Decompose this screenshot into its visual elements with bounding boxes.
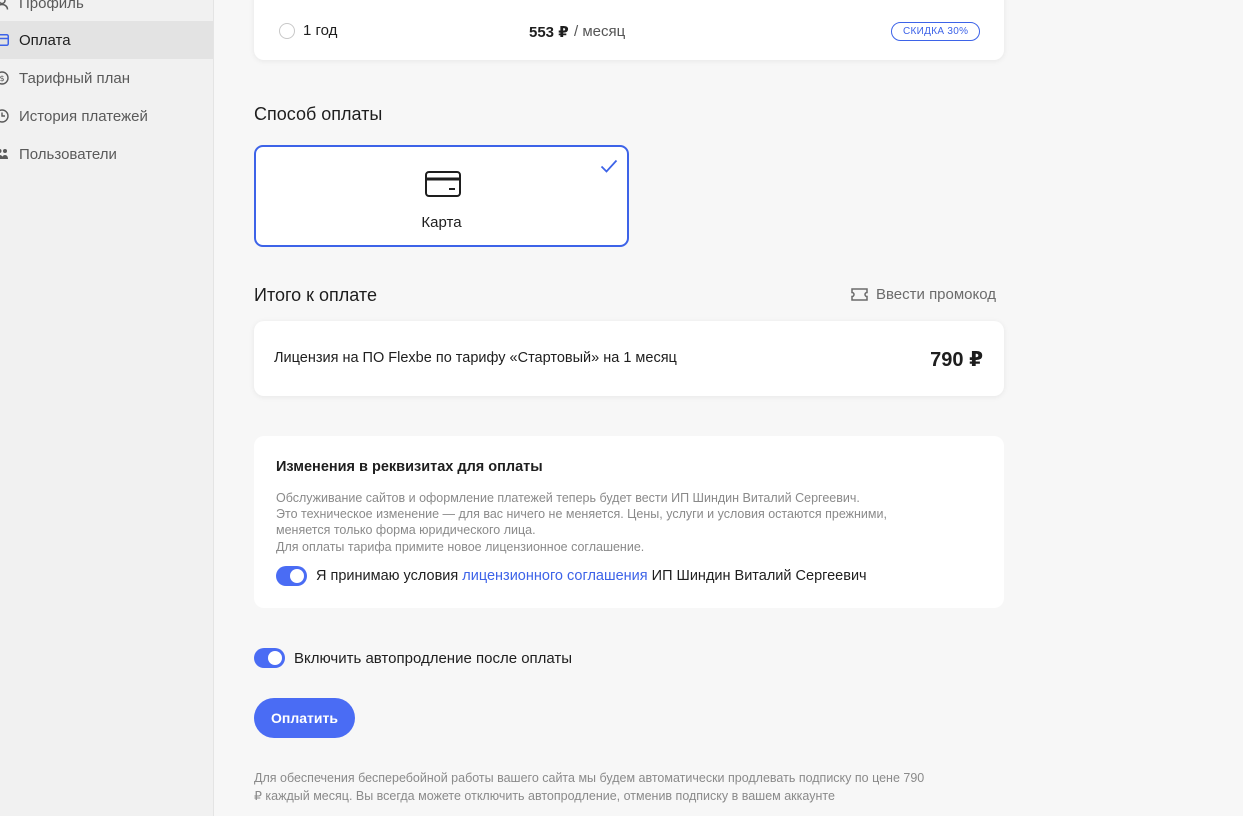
period-price: 553 ₽	[529, 24, 569, 41]
period-label: 1 год	[303, 22, 338, 39]
payment-method-label: Карта	[421, 214, 462, 231]
agree-text: Я принимаю условия лицензионного соглаше…	[316, 568, 867, 584]
svg-text:$: $	[0, 74, 5, 83]
footnote-line: Для обеспечения бесперебойной работы ваш…	[254, 771, 925, 785]
sidebar-item-tariff[interactable]: $ Тарифный план	[0, 59, 213, 97]
coin-icon: $	[0, 71, 9, 85]
toggle-knob	[290, 569, 304, 583]
autorenew-toggle[interactable]	[254, 648, 285, 668]
user-icon	[0, 0, 9, 10]
promo-code-label: Ввести промокод	[876, 286, 997, 303]
credit-card-icon	[425, 171, 461, 202]
toggle-knob	[268, 651, 282, 665]
checkmark-icon	[600, 159, 618, 178]
payment-method-title: Способ оплаты	[254, 104, 383, 124]
promo-code-link[interactable]: Ввести промокод	[851, 286, 996, 303]
license-description: Лицензия на ПО Flexbe по тарифу «Стартов…	[274, 350, 677, 366]
period-radio[interactable]	[279, 23, 295, 39]
period-unit: / месяц	[574, 23, 626, 40]
footnote-line: ₽ каждый месяц. Вы всегда можете отключи…	[254, 789, 835, 803]
sidebar-item-history[interactable]: История платежей	[0, 97, 213, 135]
total-card: Лицензия на ПО Flexbe по тарифу «Стартов…	[254, 321, 1004, 396]
total-title: Итого к оплате	[254, 285, 377, 305]
requisites-notice: Изменения в реквизитах для оплаты Обслуж…	[254, 436, 1004, 608]
sidebar-item-label: История платежей	[19, 107, 148, 125]
users-icon	[0, 147, 9, 161]
pay-button[interactable]: Оплатить	[254, 698, 355, 738]
sidebar-item-users[interactable]: Пользователи	[0, 135, 213, 173]
total-price: 790 ₽	[930, 349, 983, 371]
period-option-1-year[interactable]: 1 год 553 ₽ / месяц СКИДКА 30%	[254, 0, 1004, 60]
notice-body: Обслуживание сайтов и оформление платеже…	[276, 490, 976, 555]
agree-toggle[interactable]	[276, 566, 307, 586]
notice-line: Для оплаты тарифа примите новое лицензио…	[276, 539, 645, 554]
autorenew-label: Включить автопродление после оплаты	[294, 650, 573, 667]
notice-title: Изменения в реквизитах для оплаты	[276, 459, 543, 475]
sidebar-item-label: Профиль	[19, 0, 84, 12]
payment-method-card[interactable]: Карта	[254, 145, 629, 247]
sidebar-item-label: Оплата	[19, 31, 71, 49]
license-agreement-link[interactable]: лицензионного соглашения	[462, 568, 647, 584]
sidebar-item-payment[interactable]: Оплата	[0, 21, 213, 59]
sidebar-item-profile[interactable]: Профиль	[0, 0, 213, 22]
agree-suffix: ИП Шиндин Виталий Сергеевич	[651, 568, 867, 584]
agree-prefix: Я принимаю условия	[316, 568, 459, 584]
sidebar-item-label: Пользователи	[19, 145, 117, 163]
autorenew-footnote: Для обеспечения бесперебойной работы ваш…	[254, 769, 1004, 805]
discount-badge: СКИДКА 30%	[891, 22, 981, 41]
ticket-icon	[851, 288, 868, 301]
sidebar: Профиль Оплата $ Тарифный план История п…	[0, 0, 214, 816]
card-icon	[0, 33, 9, 47]
notice-line: Обслуживание сайтов и оформление платеже…	[276, 491, 860, 505]
sidebar-item-label: Тарифный план	[19, 69, 131, 87]
notice-line: Это техническое изменение — для вас ниче…	[276, 507, 887, 522]
notice-line: меняется только форма юридического лица.	[276, 523, 536, 538]
history-icon	[0, 109, 9, 123]
